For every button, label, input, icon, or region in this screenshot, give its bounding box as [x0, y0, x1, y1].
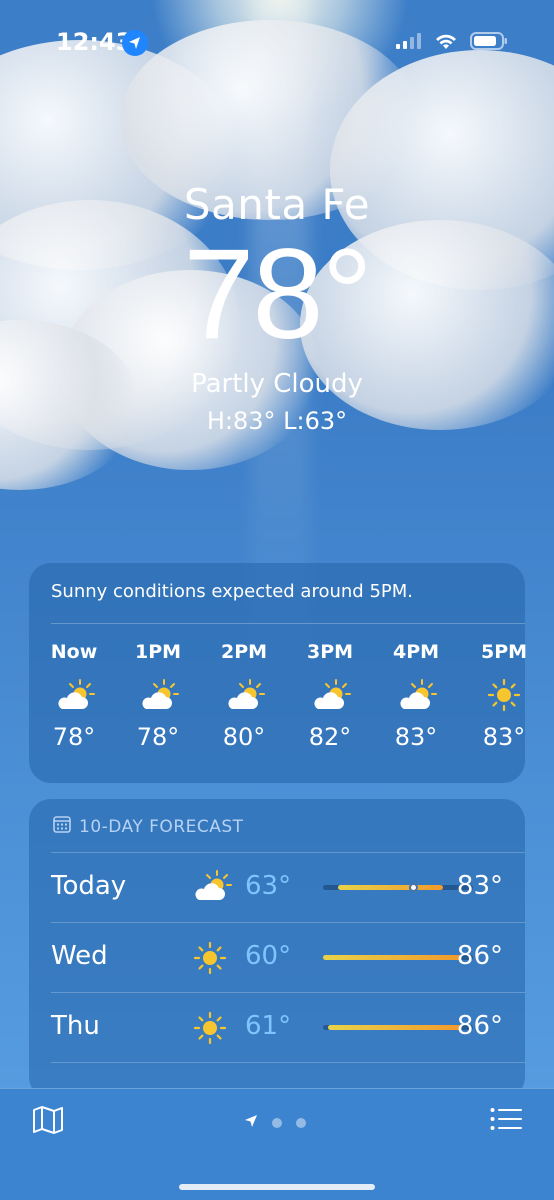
partly-cloudy-icon — [209, 673, 279, 717]
partly-cloudy-icon — [189, 869, 233, 907]
map-icon[interactable] — [32, 1105, 64, 1139]
hour-temp: 82° — [308, 723, 352, 751]
hour-temp: 83° — [394, 723, 438, 751]
hour-label: 4PM — [392, 641, 440, 663]
sun-icon — [193, 941, 227, 979]
hour-temp: 83° — [482, 723, 526, 751]
cellular-signal-icon — [396, 33, 422, 53]
city-name: Santa Fe — [183, 180, 371, 229]
ten-day-header: 10-DAY FORECAST — [53, 815, 244, 838]
status-bar: 12:43 — [0, 0, 554, 84]
low-temp: 63° — [245, 871, 292, 901]
hour-label: 5PM — [480, 641, 528, 663]
day-label: Wed — [51, 941, 108, 971]
hour-item: 3PM 82° — [295, 641, 365, 751]
hour-label: 2PM — [220, 641, 268, 663]
partly-cloudy-icon — [123, 673, 193, 717]
location-arrow-icon — [122, 30, 148, 56]
hour-item: 4PM 83° — [381, 641, 451, 751]
hour-temp: 78° — [52, 723, 96, 751]
hour-item: 1PM 78° — [123, 641, 193, 751]
sun-icon — [469, 673, 539, 717]
bottom-toolbar — [0, 1088, 554, 1200]
condition-text: Partly Cloudy — [191, 369, 363, 399]
forecast-row-thu[interactable]: Thu 61° 86° — [51, 992, 525, 1062]
hourly-forecast-card[interactable]: Sunny conditions expected around 5PM. No… — [29, 563, 527, 783]
low-temp: 61° — [245, 1011, 292, 1041]
day-label: Today — [51, 871, 127, 901]
current-temp-marker — [408, 883, 418, 892]
hour-item: 2PM 80° — [209, 641, 279, 751]
hour-item: Now 78° — [39, 641, 109, 751]
sun-icon — [193, 1011, 227, 1049]
hour-label: 3PM — [306, 641, 354, 663]
partly-cloudy-icon — [39, 673, 109, 717]
forecast-row-wed[interactable]: Wed 60° 86° — [51, 922, 525, 992]
ten-day-forecast-card[interactable]: 10-DAY FORECAST Today 63° 83° Wed 60° 86… — [29, 799, 525, 1099]
forecast-row-today[interactable]: Today 63° 83° — [51, 852, 525, 922]
list-icon[interactable] — [490, 1107, 522, 1135]
home-indicator — [179, 1184, 375, 1190]
hour-label: Now — [50, 641, 98, 663]
wifi-icon — [434, 32, 458, 54]
partly-cloudy-icon — [381, 673, 451, 717]
high-low-text: H:83° L:63° — [206, 407, 348, 435]
current-temperature: 78° — [183, 223, 373, 366]
partly-cloudy-icon — [295, 673, 365, 717]
forecast-summary: Sunny conditions expected around 5PM. — [51, 581, 414, 602]
divider — [51, 623, 525, 624]
temp-range-bar — [323, 883, 473, 892]
high-temp: 86° — [456, 941, 503, 971]
hourly-scroll[interactable]: Now 78° 1PM 78° 2PM 80° 3PM 82° 4PM 83° … — [29, 641, 527, 771]
calendar-icon — [53, 815, 71, 838]
ten-day-title: 10-DAY FORECAST — [79, 816, 244, 837]
high-temp: 83° — [456, 871, 503, 901]
hour-temp: 80° — [222, 723, 266, 751]
battery-icon — [470, 32, 508, 54]
clock: 12:43 — [56, 28, 133, 56]
low-temp: 60° — [245, 941, 292, 971]
temp-range-bar — [323, 955, 473, 960]
hour-temp: 78° — [136, 723, 180, 751]
temp-range-fill — [338, 885, 443, 890]
page-dot[interactable] — [272, 1117, 282, 1128]
temp-range-bar — [323, 1025, 473, 1030]
page-dot[interactable] — [296, 1117, 306, 1128]
hour-label: 1PM — [134, 641, 182, 663]
temp-range-fill — [323, 955, 461, 960]
page-indicator[interactable] — [244, 1113, 306, 1132]
temp-range-fill — [327, 1025, 461, 1030]
hour-item: 5PM 83° — [469, 641, 539, 751]
current-weather: Santa Fe 78° Partly Cloudy H:83° L:63° — [0, 180, 554, 435]
day-label: Thu — [51, 1011, 100, 1041]
location-arrow-icon — [244, 1113, 258, 1132]
high-temp: 86° — [456, 1011, 503, 1041]
